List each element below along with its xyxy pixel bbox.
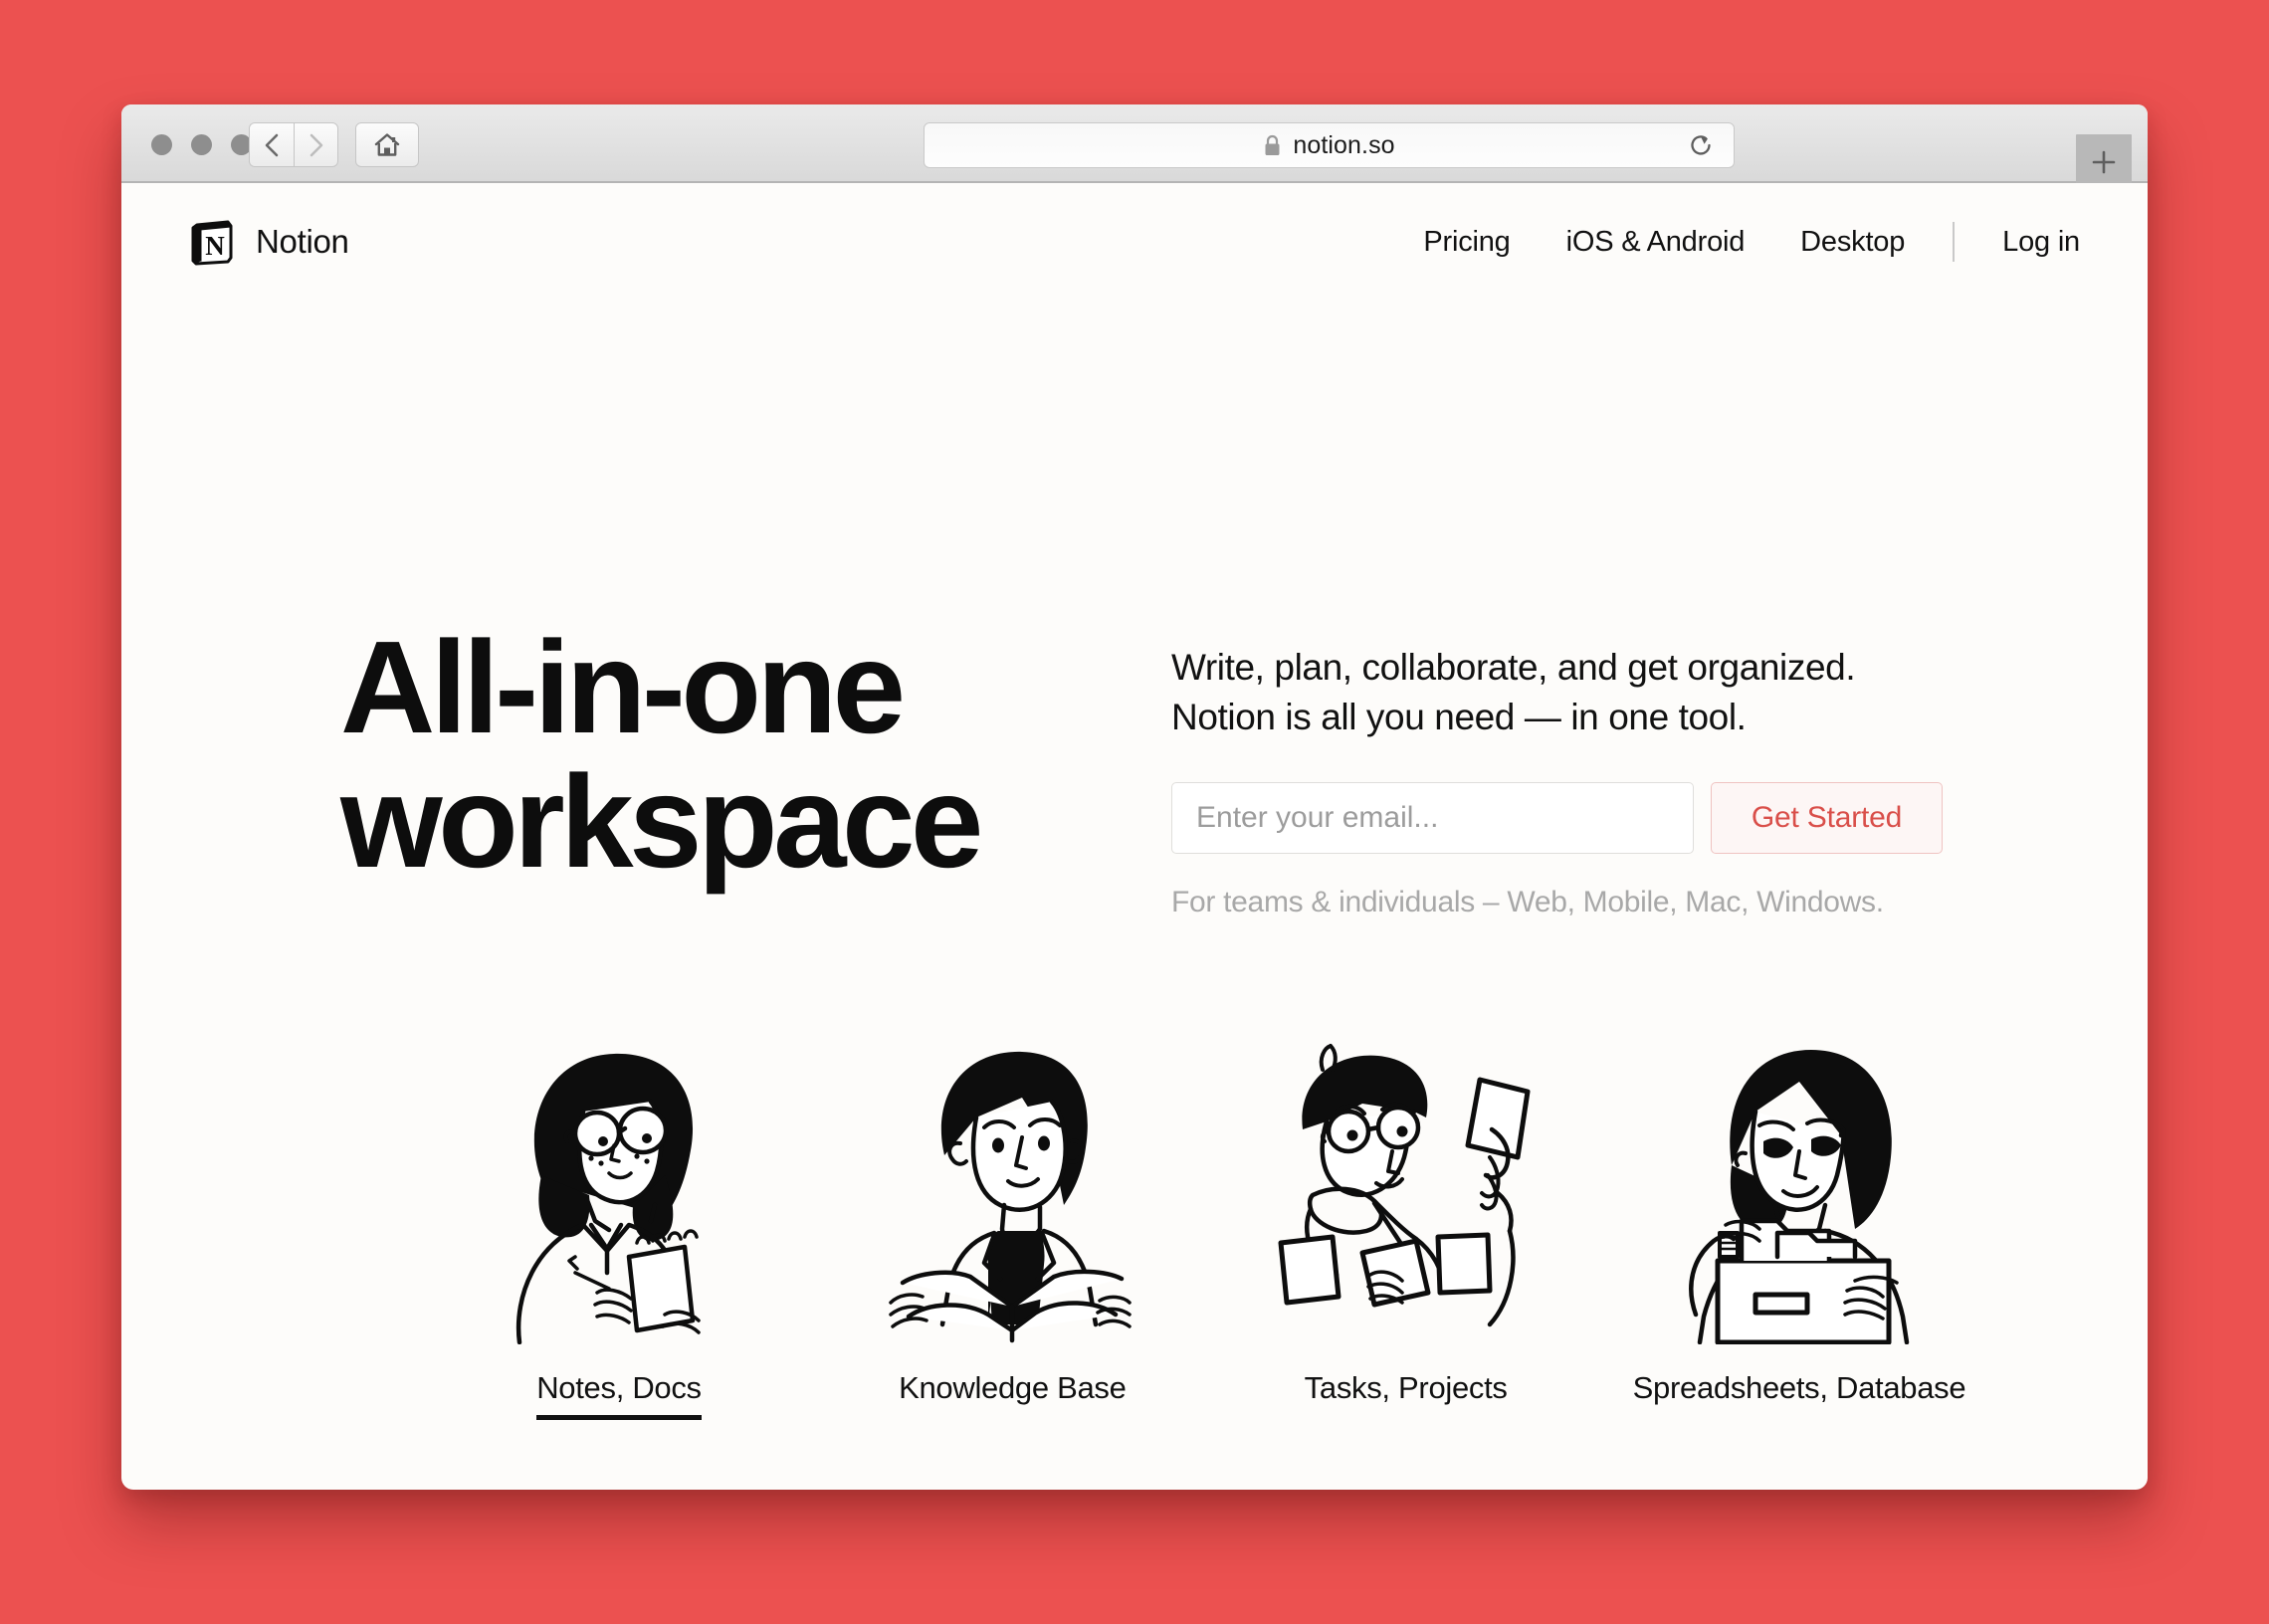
- nav-divider: [1953, 222, 1956, 262]
- headline-line-2: workspace: [340, 747, 983, 895]
- page-title: All-in-one workspace: [340, 620, 1127, 895]
- window-controls: [151, 134, 252, 155]
- hero-subhead: Write, plan, collaborate, and get organi…: [1171, 643, 1958, 742]
- reload-icon: [1691, 135, 1711, 155]
- home-icon: [374, 133, 400, 156]
- svg-text:N: N: [205, 231, 225, 261]
- chevron-left-icon: [265, 133, 279, 156]
- new-tab-button[interactable]: [2076, 134, 2132, 190]
- email-field[interactable]: [1171, 781, 1694, 854]
- forward-button[interactable]: [294, 122, 338, 167]
- signup-fineprint: For teams & individuals – Web, Mobile, M…: [1171, 885, 1884, 918]
- site-nav: Pricing iOS & Android Desktop Log in: [1423, 222, 2080, 262]
- close-window-button[interactable]: [151, 134, 172, 155]
- hero-signup-block: Write, plan, collaborate, and get organi…: [1171, 621, 1958, 919]
- minimize-window-button[interactable]: [191, 134, 212, 155]
- page-content: N Notion Pricing iOS & Android Desktop L…: [121, 183, 2148, 1488]
- feature-tab-tasks-projects[interactable]: Tasks, Projects: [1237, 1016, 1575, 1420]
- feature-label: Notes, Docs: [536, 1370, 702, 1420]
- woman-file-drawer-illustration: [1660, 1016, 1939, 1344]
- get-started-button[interactable]: Get Started: [1711, 781, 1943, 854]
- woman-writing-notepad-illustration: [480, 1016, 758, 1344]
- navigation-buttons: [249, 122, 338, 167]
- feature-tabs: Notes, Docs Knowledge Base Tasks, Projec…: [450, 1016, 1968, 1420]
- headline-line-1: All-in-one: [340, 614, 906, 760]
- hero-headline-block: All-in-one workspace: [340, 620, 1127, 919]
- plus-icon: [2092, 150, 2116, 174]
- signup-form: Get Started: [1171, 781, 1958, 854]
- address-bar[interactable]: notion.so: [924, 122, 1735, 168]
- man-holding-cards-illustration: [1267, 1016, 1546, 1344]
- feature-tab-notes-docs[interactable]: Notes, Docs: [450, 1016, 788, 1420]
- brand-name: Notion: [256, 223, 349, 260]
- feature-tab-spreadsheets-database[interactable]: Spreadsheets, Database: [1630, 1016, 1968, 1420]
- brand-logo[interactable]: N Notion: [188, 216, 349, 268]
- feature-label: Knowledge Base: [899, 1370, 1127, 1405]
- notion-cube-logo-icon: N: [191, 220, 233, 266]
- browser-window: notion.so N Notion Pricing iOS & Android…: [121, 104, 2148, 1490]
- nav-link-pricing[interactable]: Pricing: [1423, 226, 1510, 259]
- lock-icon: [1263, 134, 1282, 157]
- reload-button[interactable]: [1684, 128, 1718, 162]
- chevron-right-icon: [309, 133, 322, 156]
- subhead-line-1: Write, plan, collaborate, and get organi…: [1171, 647, 1856, 688]
- site-header: N Notion Pricing iOS & Android Desktop L…: [121, 183, 2148, 301]
- back-button[interactable]: [249, 122, 294, 167]
- login-link[interactable]: Log in: [2002, 226, 2080, 259]
- hero-section: All-in-one workspace Write, plan, collab…: [121, 620, 2148, 919]
- subhead-line-2: Notion is all you need — in one tool.: [1171, 696, 1747, 737]
- feature-label: Spreadsheets, Database: [1632, 1370, 1966, 1405]
- browser-toolbar: notion.so: [121, 104, 2148, 190]
- url-text: notion.so: [1293, 130, 1395, 159]
- feature-label: Tasks, Projects: [1304, 1370, 1508, 1405]
- feature-tab-knowledge-base[interactable]: Knowledge Base: [843, 1016, 1181, 1420]
- man-reading-book-illustration: [873, 1016, 1151, 1344]
- nav-link-desktop[interactable]: Desktop: [1800, 226, 1905, 259]
- home-button[interactable]: [355, 122, 419, 167]
- nav-link-ios-android[interactable]: iOS & Android: [1566, 226, 1746, 259]
